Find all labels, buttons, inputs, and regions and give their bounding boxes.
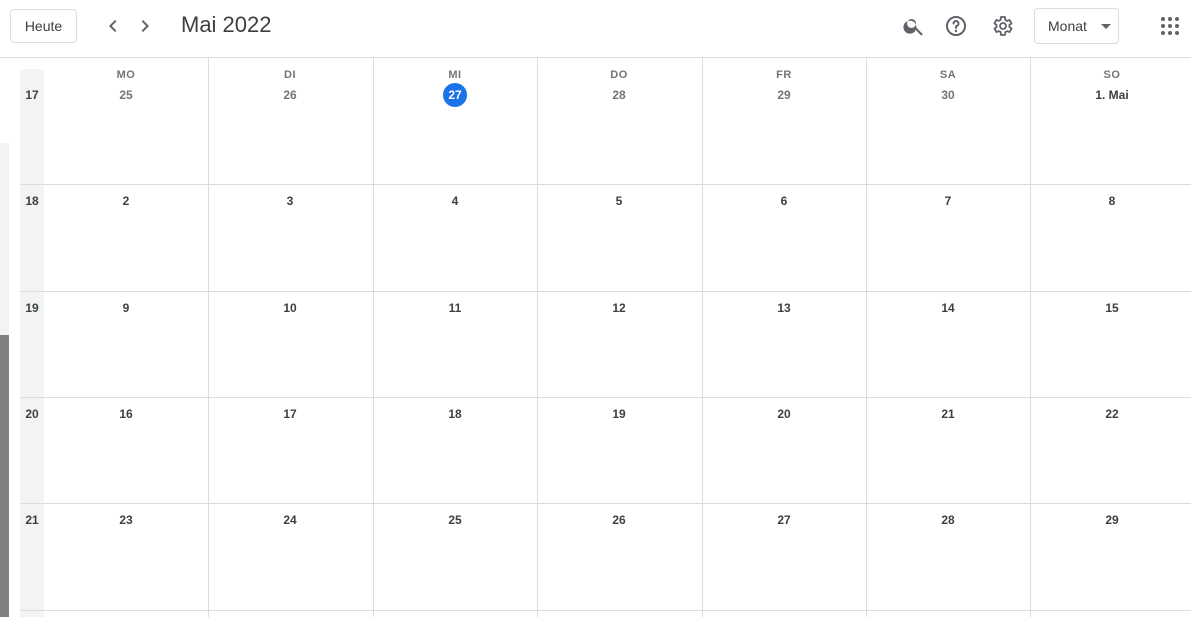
date-number[interactable]: 28 bbox=[866, 513, 1030, 527]
date-number[interactable]: 25 bbox=[44, 88, 208, 102]
date-number[interactable]: 22 bbox=[1030, 407, 1191, 421]
today-button[interactable]: Heute bbox=[10, 9, 77, 43]
date-number[interactable]: 14 bbox=[866, 301, 1030, 315]
date-number[interactable]: 6 bbox=[702, 194, 866, 208]
date-number[interactable]: 11 bbox=[373, 301, 537, 315]
grid-column-divider bbox=[208, 58, 209, 617]
view-select[interactable]: Monat bbox=[1034, 8, 1119, 44]
weekday-header: SA bbox=[939, 69, 957, 81]
date-number[interactable]: 18 bbox=[373, 407, 537, 421]
date-number[interactable]: 29 bbox=[1030, 513, 1191, 527]
date-number[interactable]: 25 bbox=[373, 513, 537, 527]
apps-grid-icon bbox=[1161, 17, 1179, 35]
date-number[interactable]: 28 bbox=[537, 88, 701, 102]
view-select-label: Monat bbox=[1048, 18, 1087, 34]
date-number[interactable]: 26 bbox=[537, 513, 701, 527]
week-number-column bbox=[20, 69, 44, 617]
date-number[interactable]: 29 bbox=[702, 88, 866, 102]
week-number[interactable]: 20 bbox=[20, 407, 44, 421]
grid-row-divider bbox=[20, 184, 1191, 185]
weekday-header: SO bbox=[1103, 69, 1121, 81]
month-grid: MO DI MI DO FR SA SO 17 25 26 27 28 29 30 1. Mai 18 2 3 4 5… bbox=[20, 58, 1191, 617]
settings-icon bbox=[993, 16, 1013, 36]
grid-row-divider bbox=[20, 291, 1191, 292]
date-number[interactable]: 15 bbox=[1030, 301, 1191, 315]
scrollbar[interactable] bbox=[0, 335, 9, 617]
weekday-header: FR bbox=[776, 69, 792, 81]
today-date-number[interactable]: 27 bbox=[443, 83, 467, 107]
week-number[interactable]: 17 bbox=[20, 88, 44, 102]
date-number[interactable]: 23 bbox=[44, 513, 208, 527]
grid-column-divider bbox=[537, 58, 538, 617]
week-number[interactable]: 21 bbox=[20, 513, 44, 527]
chevron-left-icon bbox=[109, 20, 117, 32]
grid-column-divider bbox=[866, 58, 867, 617]
date-number[interactable]: 19 bbox=[537, 407, 701, 421]
previous-month-button[interactable] bbox=[97, 10, 129, 42]
help-icon bbox=[946, 16, 966, 36]
date-number[interactable]: 5 bbox=[537, 194, 701, 208]
calendar-header: Heute Mai 2022 Monat bbox=[0, 0, 1191, 58]
date-number[interactable]: 27 bbox=[702, 513, 866, 527]
date-number[interactable]: 13 bbox=[702, 301, 866, 315]
grid-column-divider bbox=[373, 58, 374, 617]
grid-column-divider bbox=[1030, 58, 1031, 617]
chevron-right-icon bbox=[141, 20, 149, 32]
settings-button[interactable] bbox=[984, 8, 1020, 44]
grid-row-divider bbox=[20, 610, 1191, 611]
weekday-header: MI bbox=[448, 69, 462, 81]
grid-column-divider bbox=[702, 58, 703, 617]
date-number[interactable]: 30 bbox=[866, 88, 1030, 102]
date-number[interactable]: 1. Mai bbox=[1030, 88, 1191, 102]
date-number[interactable]: 2 bbox=[44, 194, 208, 208]
caret-down-icon bbox=[1101, 24, 1111, 29]
date-number[interactable]: 26 bbox=[208, 88, 372, 102]
apps-button[interactable] bbox=[1152, 8, 1188, 44]
date-number[interactable]: 16 bbox=[44, 407, 208, 421]
date-number[interactable]: 20 bbox=[702, 407, 866, 421]
search-button[interactable] bbox=[896, 8, 932, 44]
week-number[interactable]: 18 bbox=[20, 194, 44, 208]
grid-row-divider bbox=[20, 503, 1191, 504]
weekday-header: MO bbox=[116, 69, 136, 81]
date-number[interactable]: 7 bbox=[866, 194, 1030, 208]
date-number[interactable]: 24 bbox=[208, 513, 372, 527]
weekday-header: DI bbox=[284, 69, 296, 81]
date-number[interactable]: 10 bbox=[208, 301, 372, 315]
date-number[interactable]: 4 bbox=[373, 194, 537, 208]
date-number[interactable]: 17 bbox=[208, 407, 372, 421]
next-month-button[interactable] bbox=[129, 10, 161, 42]
date-number[interactable]: 3 bbox=[208, 194, 372, 208]
date-number[interactable]: 12 bbox=[537, 301, 701, 315]
search-icon bbox=[903, 19, 923, 36]
month-title: Mai 2022 bbox=[181, 12, 272, 37]
date-number[interactable]: 8 bbox=[1030, 194, 1191, 208]
help-button[interactable] bbox=[938, 8, 974, 44]
grid-row-divider bbox=[20, 397, 1191, 398]
date-number[interactable]: 9 bbox=[44, 301, 208, 315]
weekday-header: DO bbox=[610, 69, 628, 81]
week-number[interactable]: 19 bbox=[20, 301, 44, 315]
date-number[interactable]: 21 bbox=[866, 407, 1030, 421]
